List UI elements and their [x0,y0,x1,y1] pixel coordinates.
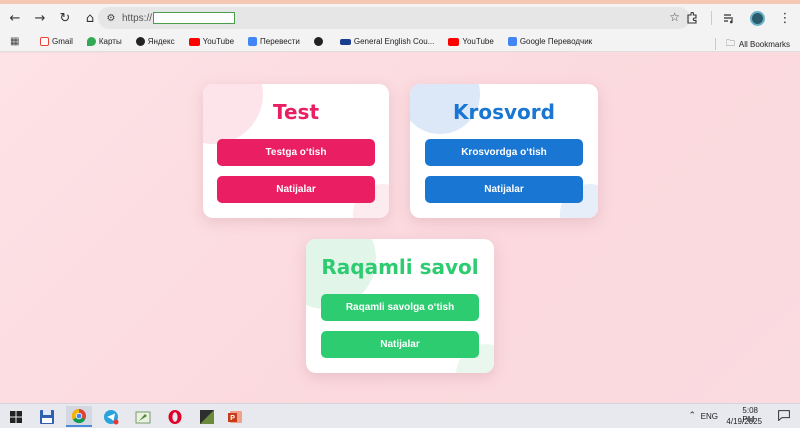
raqamli-start-button[interactable]: Raqamli savolga o‘tish [321,294,479,321]
tray-chevron-icon[interactable]: ⌃ [688,410,696,421]
bookmarks-divider [714,38,716,50]
course-site-icon [339,38,351,45]
address-bar[interactable]: ⚙ https:// ☆ [98,7,690,29]
card-title: Test [272,100,319,124]
test-card: Test Testga o‘tish Natijalar [203,84,389,218]
menu-kebab-icon[interactable]: ⋮ [774,7,796,29]
globe-icon [313,37,323,46]
gmail-icon [40,37,49,46]
forward-arrow-icon[interactable]: → [29,7,51,29]
opera-icon[interactable] [162,406,188,427]
folder-icon: 🗀 [725,38,735,48]
bookmark-item[interactable]: YouTube [448,37,494,46]
bookmark-item[interactable]: YouTube [188,37,234,46]
raqamli-results-button[interactable]: Natijalar [321,331,479,358]
profile-avatar[interactable] [746,7,768,29]
globe-icon [135,37,145,46]
krosvord-start-button[interactable]: Krosvordga o‘tish [425,139,583,166]
clock-date[interactable]: 4/19/2025 [726,417,762,426]
extensions-icon[interactable] [681,7,703,29]
reload-icon[interactable]: ↻ [54,7,76,29]
youtube-icon [448,37,460,46]
app-launcher-icon[interactable] [194,406,220,427]
raqamli-card: Raqamli savol Raqamli savolga o‘tish Nat… [306,239,494,373]
translate-icon [248,37,258,46]
bookmark-item[interactable]: Google Переводчик [507,37,592,46]
krosvord-results-button[interactable]: Natijalar [425,176,583,203]
test-results-button[interactable]: Natijalar [217,176,375,203]
windows-start-icon[interactable] [3,406,29,427]
krosvord-card: Krosvord Krosvordga o‘tish Natijalar [410,84,598,218]
apps-grid-icon[interactable]: ▦ [10,36,26,47]
telegram-icon[interactable] [98,406,124,427]
url-input[interactable] [153,12,236,24]
browser-toolbar: ← → ↻ ⌂ ⚙ https:// ☆ ⋮ [0,4,800,32]
bookmark-item[interactable]: General English Cou... [339,37,434,46]
test-start-button[interactable]: Testga o‘tish [217,139,375,166]
powerpoint-icon[interactable]: P [222,406,248,427]
youtube-icon [188,37,200,46]
bookmark-item[interactable]: Яндекс [135,37,175,46]
maps-pin-icon [86,37,96,46]
save-disk-icon[interactable] [34,406,60,427]
chrome-icon[interactable] [66,406,92,427]
url-protocol: https:// [122,12,153,24]
toolbar-right-group: ⋮ [675,6,800,30]
bookmark-item[interactable]: Gmail [40,37,73,46]
bookmark-item[interactable]: Карты [86,37,122,46]
bookmark-item[interactable]: Перевести [248,37,300,46]
bookmarks-bar: ▦ Gmail Карты Яндекс YouTube Перевести G… [0,32,800,52]
notifications-icon[interactable] [778,410,790,423]
card-title: Raqamli savol [321,255,479,279]
card-title: Krosvord [453,100,555,124]
paint-app-icon[interactable] [130,406,156,427]
translate-icon [507,37,517,46]
all-bookmarks-button[interactable]: 🗀 All Bookmarks [714,36,790,52]
site-settings-icon[interactable]: ⚙ [102,9,120,27]
language-indicator[interactable]: ENG [701,412,718,421]
bookmark-item[interactable] [313,37,326,46]
toolbar-divider [711,11,712,25]
taskbar: P ⌃ ENG 5:08 PM 4/19/2025 [0,403,800,428]
back-arrow-icon[interactable]: ← [4,7,26,29]
svg-text:P: P [230,415,235,422]
page-content: Test Testga o‘tish Natijalar Krosvord Kr… [0,53,800,403]
media-queue-icon[interactable] [718,7,740,29]
